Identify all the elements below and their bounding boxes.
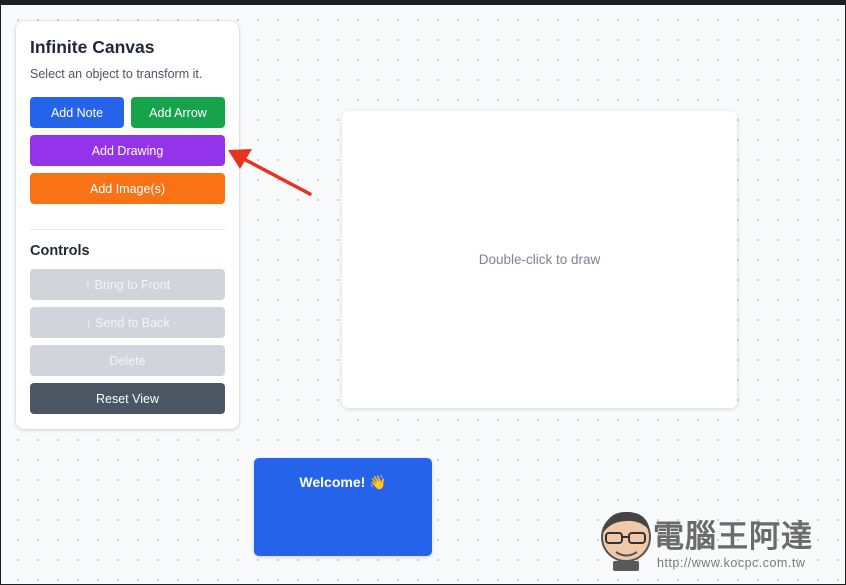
control-panel: Infinite Canvas Select an object to tran… (16, 21, 239, 429)
controls-title: Controls (30, 243, 90, 259)
reset-view-button[interactable]: Reset View (30, 383, 225, 414)
delete-button[interactable]: Delete (30, 345, 225, 376)
add-note-button[interactable]: Add Note (30, 97, 124, 128)
send-to-back-button[interactable]: ↓ Send to Back (30, 307, 225, 338)
watermark-url: http://www.kocpc.com.tw (657, 556, 806, 570)
panel-divider (30, 229, 225, 230)
note-text: Welcome! 👋 (299, 474, 387, 490)
add-images-button[interactable]: Add Image(s) (30, 173, 225, 204)
add-drawing-button[interactable]: Add Drawing (30, 135, 225, 166)
add-buttons-row: Add Note Add Arrow (30, 97, 225, 128)
sticky-note[interactable]: Welcome! 👋 (254, 458, 432, 556)
annotation-arrow-icon (228, 149, 312, 196)
panel-title: Infinite Canvas (30, 37, 155, 57)
mascot-face-icon (601, 511, 651, 571)
infinite-canvas-app: Infinite Canvas Select an object to tran… (0, 0, 846, 585)
add-arrow-button[interactable]: Add Arrow (131, 97, 225, 128)
watermark: 電腦王阿達 http://www.kocpc.com.tw (597, 505, 837, 580)
drawing-canvas-object[interactable]: Double-click to draw (342, 111, 737, 408)
drawing-hint: Double-click to draw (478, 252, 601, 267)
bring-to-front-button[interactable]: ↑ Bring to Front (30, 269, 225, 300)
panel-subtitle: Select an object to transform it. (30, 67, 203, 81)
watermark-text: 電腦王阿達 (653, 519, 813, 555)
